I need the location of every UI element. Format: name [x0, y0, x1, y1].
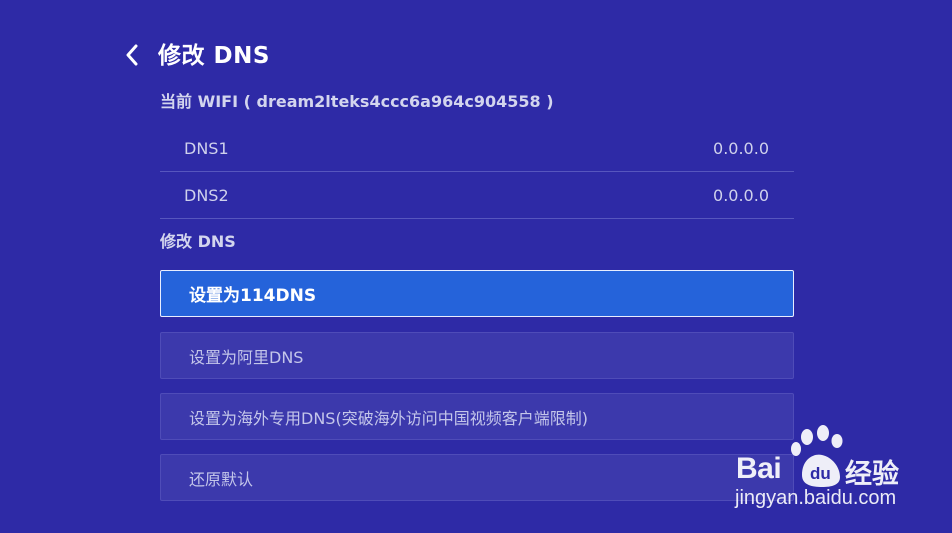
set-ali-dns-button[interactable]: 设置为阿里DNS — [160, 332, 794, 379]
du-glyph: du — [810, 464, 831, 483]
page-title: 修改 DNS — [158, 43, 270, 69]
dns1-row: DNS1 0.0.0.0 — [160, 126, 794, 172]
restore-default-button[interactable]: 还原默认 — [160, 454, 794, 501]
watermark-brand-suffix: 经验 — [845, 459, 899, 490]
dns2-label: DNS2 — [184, 186, 229, 205]
option-label: 设置为海外专用DNS(突破海外访问中国视频客户端限制) — [189, 408, 588, 428]
dns2-row: DNS2 0.0.0.0 — [160, 173, 794, 219]
current-wifi-label: 当前 WIFI ( dream2lteks4ccc6a964c904558 ) — [160, 92, 554, 111]
dns1-label: DNS1 — [184, 139, 229, 158]
option-label: 设置为阿里DNS — [189, 347, 304, 367]
back-button[interactable] — [120, 40, 144, 70]
option-label: 还原默认 — [189, 469, 254, 489]
dns2-value: 0.0.0.0 — [713, 186, 769, 205]
modify-dns-section-label: 修改 DNS — [160, 232, 236, 251]
option-label: 设置为114DNS — [189, 286, 317, 306]
watermark-brand: Bai — [736, 452, 782, 485]
dns1-value: 0.0.0.0 — [713, 139, 769, 158]
set-114dns-button[interactable]: 设置为114DNS — [160, 270, 794, 317]
chevron-left-icon — [126, 44, 138, 66]
set-overseas-dns-button[interactable]: 设置为海外专用DNS(突破海外访问中国视频客户端限制) — [160, 393, 794, 440]
watermark-url: jingyan.baidu.com — [735, 487, 897, 509]
